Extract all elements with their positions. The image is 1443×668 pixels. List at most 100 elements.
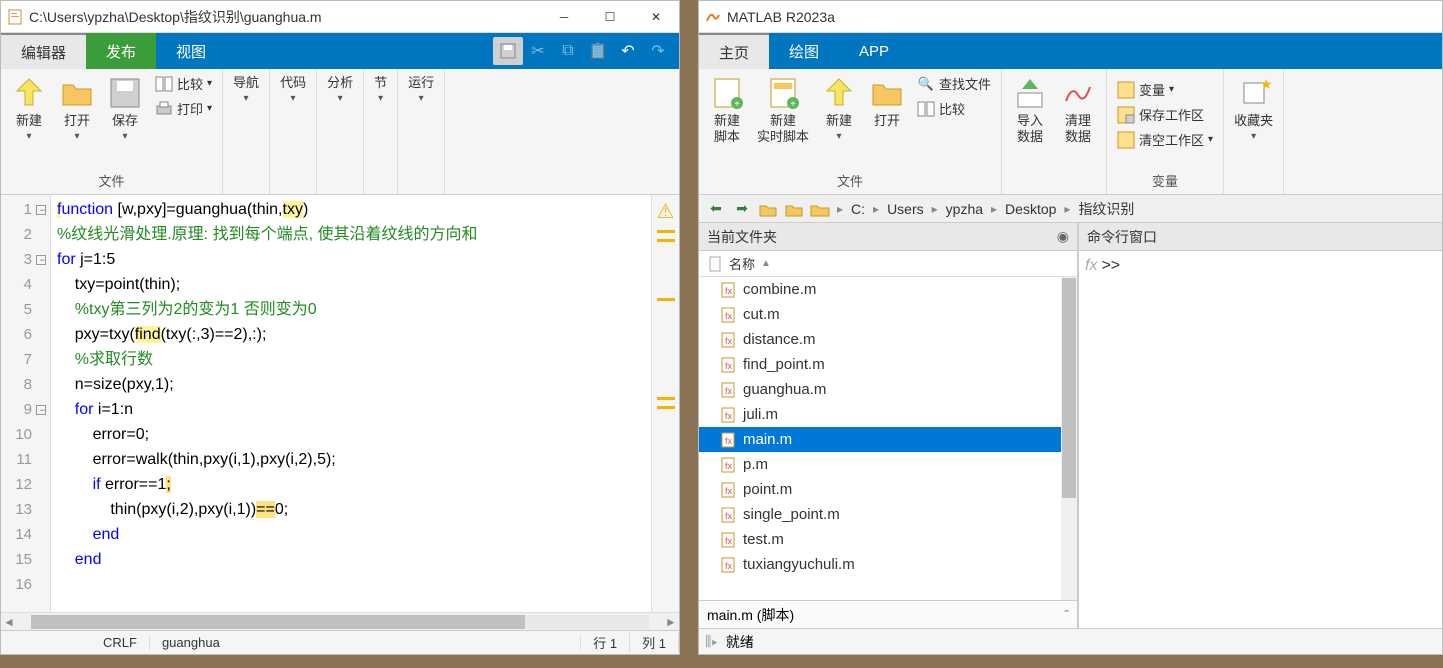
variable-button[interactable]: 变量▾: [1111, 77, 1219, 102]
clean-data-button[interactable]: 清理 数据: [1054, 71, 1102, 148]
warning-mark[interactable]: [657, 239, 675, 242]
save-button[interactable]: 保存▾: [101, 71, 149, 146]
tab-plots[interactable]: 绘图: [769, 33, 839, 69]
file-row[interactable]: fxsingle_point.m: [699, 502, 1077, 527]
open-button[interactable]: 打开▾: [53, 71, 101, 146]
expand-icon[interactable]: ˆ: [1064, 607, 1069, 623]
file-list-scrollbar[interactable]: [1061, 277, 1077, 600]
eol-indicator[interactable]: CRLF: [91, 635, 150, 650]
matlab-titlebar: MATLAB R2023a: [699, 1, 1442, 33]
save-icon[interactable]: [493, 37, 523, 65]
copy-icon[interactable]: ⧉: [553, 37, 583, 65]
clear-ws-icon: [1117, 131, 1135, 149]
name-column[interactable]: 名称: [729, 254, 755, 273]
panel-menu-icon[interactable]: ◉: [1057, 228, 1069, 245]
breadcrumb[interactable]: Users: [885, 201, 926, 217]
forward-button[interactable]: ➡: [731, 198, 753, 220]
paste-icon[interactable]: 📋: [583, 37, 613, 65]
mfile-icon: fx: [719, 431, 737, 449]
command-window[interactable]: fx>>: [1079, 251, 1442, 628]
new-button[interactable]: 新建▾: [5, 71, 53, 146]
folder-panel-header: 当前文件夹 ◉: [699, 223, 1077, 251]
mfile-icon: fx: [719, 531, 737, 549]
new-script-button[interactable]: +新建 脚本: [703, 71, 751, 148]
section-button[interactable]: 节▾: [368, 71, 393, 108]
breadcrumb[interactable]: C:: [849, 201, 867, 217]
matlab-panels: 当前文件夹 ◉ 名称 ▲ fxcombine.mfxcut.mfxdistanc…: [699, 223, 1442, 628]
save-workspace-button[interactable]: 保存工作区: [1111, 102, 1219, 127]
tab-editor[interactable]: 编辑器: [1, 33, 86, 69]
col-label: 列 1: [630, 633, 679, 652]
grip-icon[interactable]: ⫼▸: [705, 633, 718, 650]
svg-text:★: ★: [1260, 76, 1272, 92]
nav-button[interactable]: 导航▾: [227, 71, 265, 108]
import-data-button[interactable]: 导入 数据: [1006, 71, 1054, 148]
open-folder-icon: [869, 75, 905, 111]
print-button[interactable]: 打印▾: [149, 96, 218, 121]
redo-icon[interactable]: ↷: [643, 37, 673, 65]
mfile-icon: fx: [719, 406, 737, 424]
file-row[interactable]: fxtuxiangyuchuli.m: [699, 552, 1077, 577]
close-button[interactable]: ✕: [633, 1, 679, 33]
warning-mark[interactable]: [657, 406, 675, 409]
compare-button[interactable]: 比较▾: [149, 71, 218, 96]
file-row[interactable]: fxtest.m: [699, 527, 1077, 552]
file-row[interactable]: fxjuli.m: [699, 402, 1077, 427]
current-folder-icon[interactable]: [809, 198, 831, 220]
minimize-button[interactable]: ─: [541, 1, 587, 33]
mfile-icon: fx: [719, 356, 737, 374]
find-files-button[interactable]: 🔍查找文件: [911, 71, 997, 96]
file-list: fxcombine.mfxcut.mfxdistance.mfxfind_poi…: [699, 277, 1077, 600]
cut-icon[interactable]: ✂: [523, 37, 553, 65]
file-list-header: 名称 ▲: [699, 251, 1077, 277]
clear-workspace-button[interactable]: 清空工作区▾: [1111, 127, 1219, 152]
file-row[interactable]: fxfind_point.m: [699, 352, 1077, 377]
file-row[interactable]: fxcut.m: [699, 302, 1077, 327]
warning-mark[interactable]: [657, 230, 675, 233]
up-folder-icon[interactable]: [783, 198, 805, 220]
open-folder-button[interactable]: 打开: [863, 71, 911, 133]
svg-text:+: +: [790, 99, 796, 110]
up-folder-icon[interactable]: [757, 198, 779, 220]
code-button[interactable]: 代码▾: [274, 71, 312, 108]
new-live-script-button[interactable]: +新建 实时脚本: [751, 71, 815, 148]
undo-icon[interactable]: ↶: [613, 37, 643, 65]
maximize-button[interactable]: ☐: [587, 1, 633, 33]
new-button[interactable]: 新建▾: [815, 71, 863, 146]
editor-hscroll[interactable]: ◄►: [1, 612, 679, 630]
file-row[interactable]: fxdistance.m: [699, 327, 1077, 352]
code-area[interactable]: function [w,pxy]=guanghua(thin,txy)%纹线光滑…: [51, 195, 651, 612]
quick-access: ✂ ⧉ 📋 ↶ ↷: [487, 33, 679, 69]
svg-text:fx: fx: [725, 411, 733, 421]
run-button[interactable]: 运行▾: [402, 71, 440, 108]
compare-button[interactable]: 比较: [911, 96, 997, 121]
svg-text:fx: fx: [725, 436, 733, 446]
search-icon: 🔍: [917, 75, 935, 93]
breadcrumb[interactable]: ypzha: [944, 201, 985, 217]
file-row[interactable]: fxp.m: [699, 452, 1077, 477]
editor-statusbar: CRLF guanghua 行 1 列 1: [1, 630, 679, 654]
file-row[interactable]: fxguanghua.m: [699, 377, 1077, 402]
svg-text:fx: fx: [725, 311, 733, 321]
file-row[interactable]: fxpoint.m: [699, 477, 1077, 502]
mfile-icon: fx: [719, 381, 737, 399]
breadcrumb[interactable]: Desktop: [1003, 201, 1058, 217]
tab-home[interactable]: 主页: [699, 33, 769, 69]
import-icon: [1012, 75, 1048, 111]
tab-view[interactable]: 视图: [156, 33, 226, 69]
var-group-label: 变量: [1111, 169, 1219, 192]
sort-icon[interactable]: ▲: [761, 258, 771, 269]
tab-apps[interactable]: APP: [839, 33, 909, 69]
tab-publish[interactable]: 发布: [86, 33, 156, 69]
favorites-button[interactable]: ★收藏夹▾: [1228, 71, 1279, 146]
warning-mark[interactable]: [657, 397, 675, 400]
analyze-button[interactable]: 分析▾: [321, 71, 359, 108]
svg-text:fx: fx: [725, 361, 733, 371]
back-button[interactable]: ⬅: [705, 198, 727, 220]
svg-text:fx: fx: [725, 461, 733, 471]
breadcrumb[interactable]: 指纹识别: [1076, 199, 1136, 219]
file-row[interactable]: fxmain.m: [699, 427, 1077, 452]
file-row[interactable]: fxcombine.m: [699, 277, 1077, 302]
fx-icon[interactable]: fx: [1085, 257, 1097, 274]
warning-mark[interactable]: [657, 298, 675, 301]
